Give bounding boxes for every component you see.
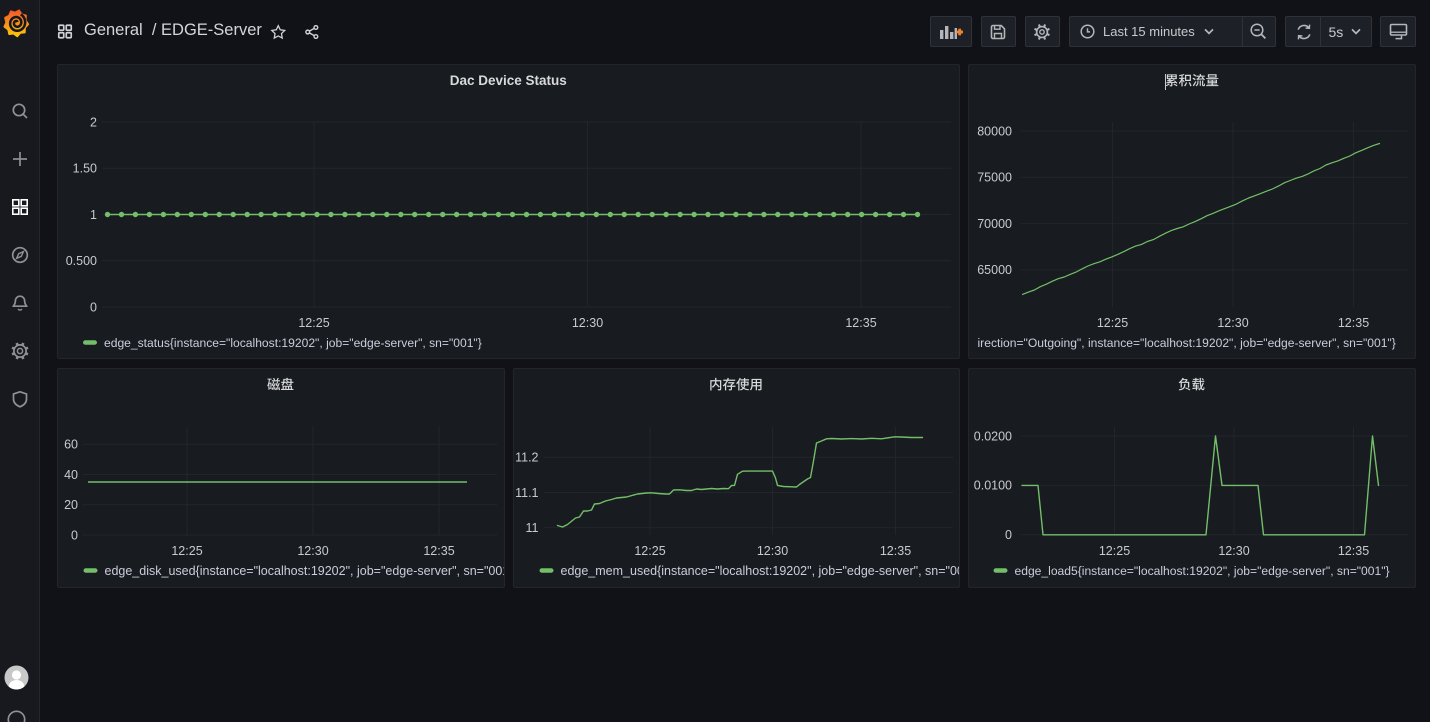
svg-text:40: 40: [64, 468, 78, 482]
svg-text:0: 0: [1005, 528, 1012, 542]
svg-text:edge_disk_used{instance="local: edge_disk_used{instance="localhost:19202…: [105, 564, 505, 578]
svg-text:75000: 75000: [977, 171, 1012, 185]
svg-text:12:25: 12:25: [634, 544, 665, 558]
svg-text:12:25: 12:25: [298, 316, 329, 330]
svg-text:60: 60: [64, 438, 78, 452]
svg-text:12:30: 12:30: [756, 544, 787, 558]
svg-text:12:35: 12:35: [845, 316, 876, 330]
svg-text:11: 11: [525, 521, 538, 535]
svg-text:11.1: 11.1: [515, 486, 538, 500]
svg-text:12:35: 12:35: [879, 544, 910, 558]
svg-text:edge_status{instance="localhos: edge_status{instance="localhost:19202", …: [104, 336, 482, 350]
svg-text:12:35: 12:35: [1338, 544, 1369, 558]
svg-text:2: 2: [90, 115, 97, 129]
svg-text:0: 0: [90, 300, 97, 314]
svg-text:1: 1: [90, 208, 97, 222]
svg-text:80000: 80000: [977, 124, 1012, 138]
svg-text:edge_load5{instance="localhost: edge_load5{instance="localhost:19202", j…: [1015, 564, 1390, 578]
svg-text:65000: 65000: [977, 263, 1012, 277]
svg-text:0.0100: 0.0100: [974, 479, 1012, 493]
svg-text:12:30: 12:30: [572, 316, 603, 330]
svg-text:12:35: 12:35: [1337, 316, 1368, 330]
svg-text:0.0200: 0.0200: [974, 429, 1012, 443]
svg-text:12:30: 12:30: [1218, 544, 1249, 558]
svg-text:70000: 70000: [977, 217, 1012, 231]
svg-text:12:30: 12:30: [1217, 316, 1248, 330]
svg-text:12:25: 12:25: [171, 544, 202, 558]
svg-text:12:25: 12:25: [1096, 316, 1127, 330]
svg-text:12:25: 12:25: [1099, 544, 1130, 558]
svg-text:20: 20: [64, 498, 78, 512]
svg-text:irection="Outgoing", instance=: irection="Outgoing", instance="localhost…: [977, 336, 1395, 350]
svg-text:edge_mem_used{instance="localh: edge_mem_used{instance="localhost:19202"…: [560, 564, 960, 578]
svg-text:0: 0: [71, 528, 78, 542]
svg-text:0.500: 0.500: [66, 254, 97, 268]
svg-text:1.50: 1.50: [73, 162, 97, 176]
svg-text:12:30: 12:30: [297, 544, 328, 558]
svg-text:11.2: 11.2: [515, 451, 538, 465]
svg-text:12:35: 12:35: [423, 544, 454, 558]
